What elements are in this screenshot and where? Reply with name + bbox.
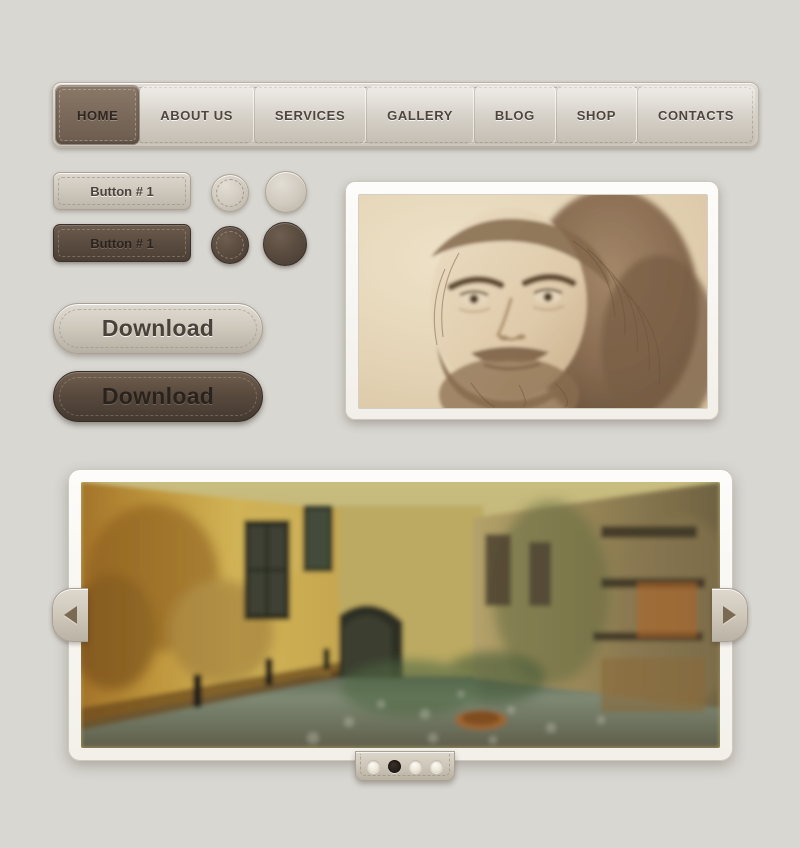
nav-item-label: SHOP	[576, 107, 617, 123]
arrow-left-icon	[64, 606, 77, 624]
nav-item-home[interactable]: HOME	[56, 86, 140, 144]
image-carousel	[68, 469, 733, 761]
nav-item-label: HOME	[76, 107, 119, 123]
nav-item-shop[interactable]: SHOP	[555, 86, 637, 144]
round-button-dark-plain[interactable]	[263, 222, 307, 266]
download-button-light-label: Download	[101, 315, 215, 341]
carousel-dot-1[interactable]	[367, 759, 380, 773]
small-button-light[interactable]: Button # 1	[53, 172, 191, 210]
nav-item-contacts[interactable]: CONTACTS	[637, 86, 755, 144]
small-button-light-label: Button # 1	[90, 183, 154, 199]
nav-item-label: CONTACTS	[657, 107, 735, 123]
small-button-dark[interactable]: Button # 1	[53, 224, 191, 262]
download-button-light[interactable]: Download	[53, 303, 263, 354]
carousel-prev-button[interactable]	[52, 588, 88, 642]
portrait-image-frame	[345, 181, 719, 420]
carousel-slide-image	[81, 482, 720, 748]
nav-item-label: SERVICES	[274, 107, 346, 123]
carousel-dot-3[interactable]	[409, 759, 422, 773]
carousel-dot-4[interactable]	[430, 759, 443, 773]
nav-item-label: GALLERY	[387, 107, 453, 123]
main-navigation-bar: HOME ABOUT US SERVICES GALLERY BLOG SHOP…	[52, 82, 759, 148]
portrait-image	[358, 194, 708, 409]
round-button-light-plain[interactable]	[265, 171, 307, 213]
arrow-right-icon	[723, 606, 736, 624]
download-button-dark-label: Download	[101, 383, 215, 409]
round-button-light-stitched[interactable]	[211, 174, 249, 212]
carousel-next-button[interactable]	[712, 588, 748, 642]
nav-item-about-us[interactable]: ABOUT US	[139, 86, 254, 144]
nav-item-gallery[interactable]: GALLERY	[366, 86, 474, 144]
portrait-svg	[359, 195, 707, 408]
carousel-pagination	[355, 751, 455, 781]
nav-item-label: ABOUT US	[160, 107, 233, 123]
carousel-slide-svg	[81, 482, 720, 748]
download-button-dark[interactable]: Download	[53, 371, 263, 422]
carousel-dot-2[interactable]	[388, 759, 401, 773]
small-button-dark-label: Button # 1	[90, 235, 154, 251]
nav-item-label: BLOG	[494, 107, 535, 123]
nav-item-services[interactable]: SERVICES	[253, 86, 367, 144]
round-button-dark-stitched[interactable]	[211, 226, 249, 264]
nav-item-blog[interactable]: BLOG	[473, 86, 556, 144]
